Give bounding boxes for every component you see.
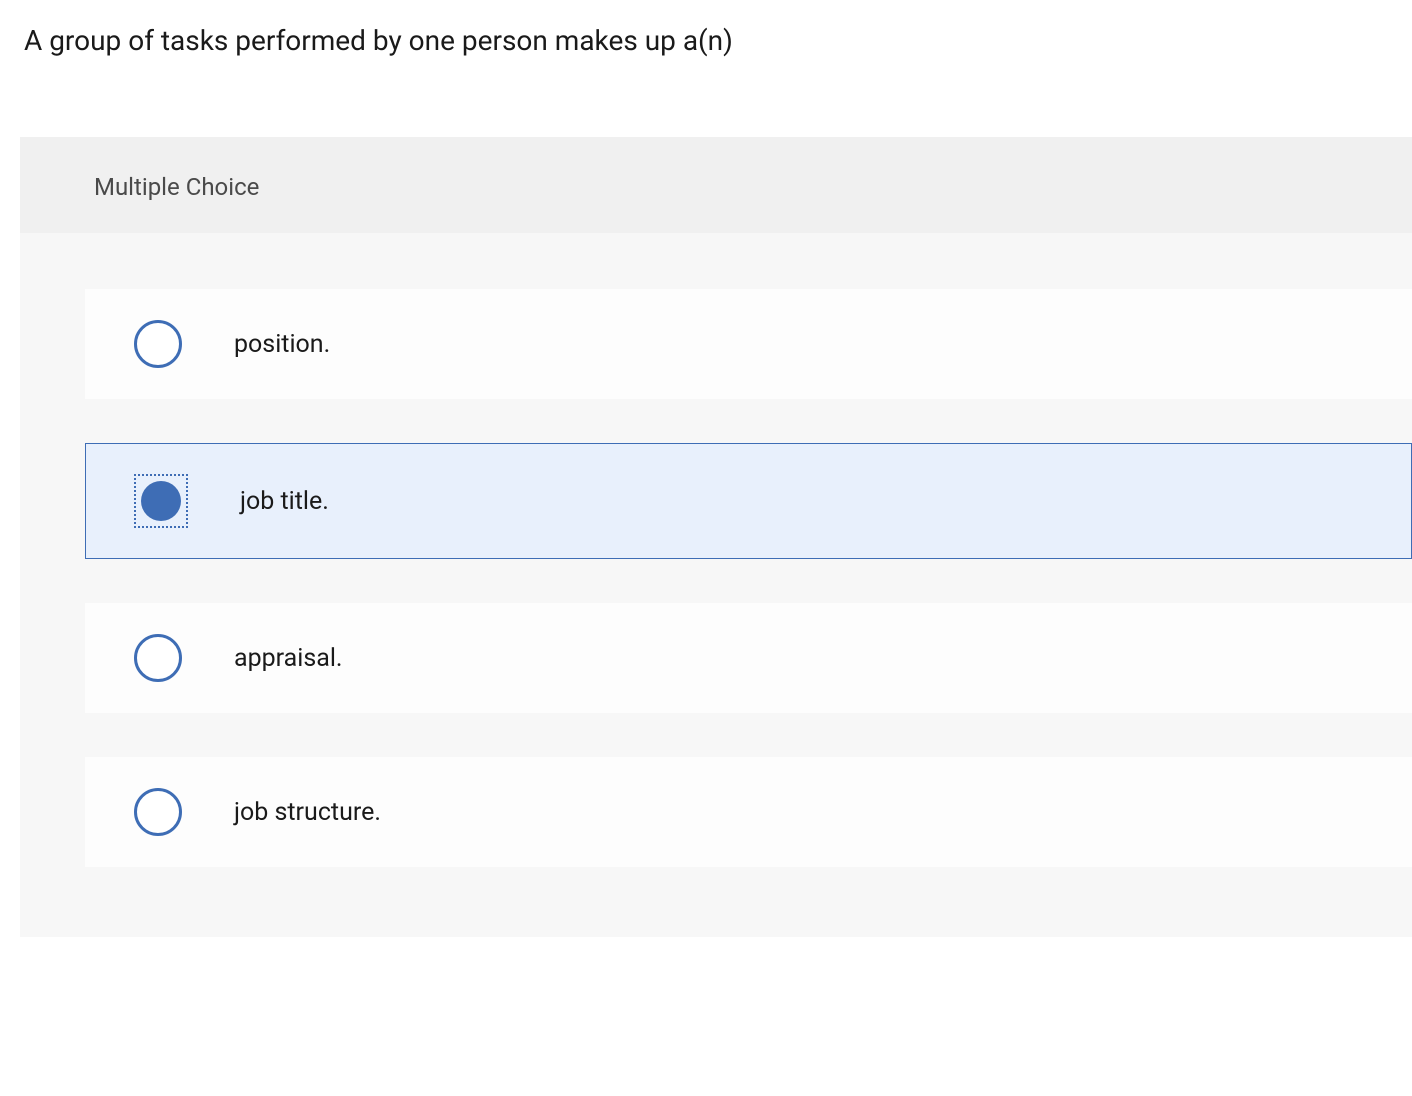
radio-inner-icon bbox=[141, 481, 181, 521]
option-label: job structure. bbox=[234, 798, 381, 827]
option-label: job title. bbox=[240, 487, 329, 516]
option-label: appraisal. bbox=[234, 644, 343, 673]
option-label: position. bbox=[234, 330, 330, 359]
radio-circle-icon bbox=[134, 634, 182, 682]
option-job-structure[interactable]: job structure. bbox=[85, 757, 1412, 867]
options-area: position. job title. appraisal. job stru… bbox=[20, 233, 1412, 937]
option-appraisal[interactable]: appraisal. bbox=[85, 603, 1412, 713]
quiz-container: Multiple Choice position. job title. app… bbox=[20, 137, 1412, 937]
option-position[interactable]: position. bbox=[85, 289, 1412, 399]
radio-circle-icon bbox=[134, 320, 182, 368]
radio-circle-icon bbox=[134, 788, 182, 836]
question-type-header: Multiple Choice bbox=[20, 137, 1412, 233]
radio-circle-icon bbox=[134, 474, 188, 528]
option-job-title[interactable]: job title. bbox=[85, 443, 1412, 559]
question-text: A group of tasks performed by one person… bbox=[0, 0, 1412, 57]
